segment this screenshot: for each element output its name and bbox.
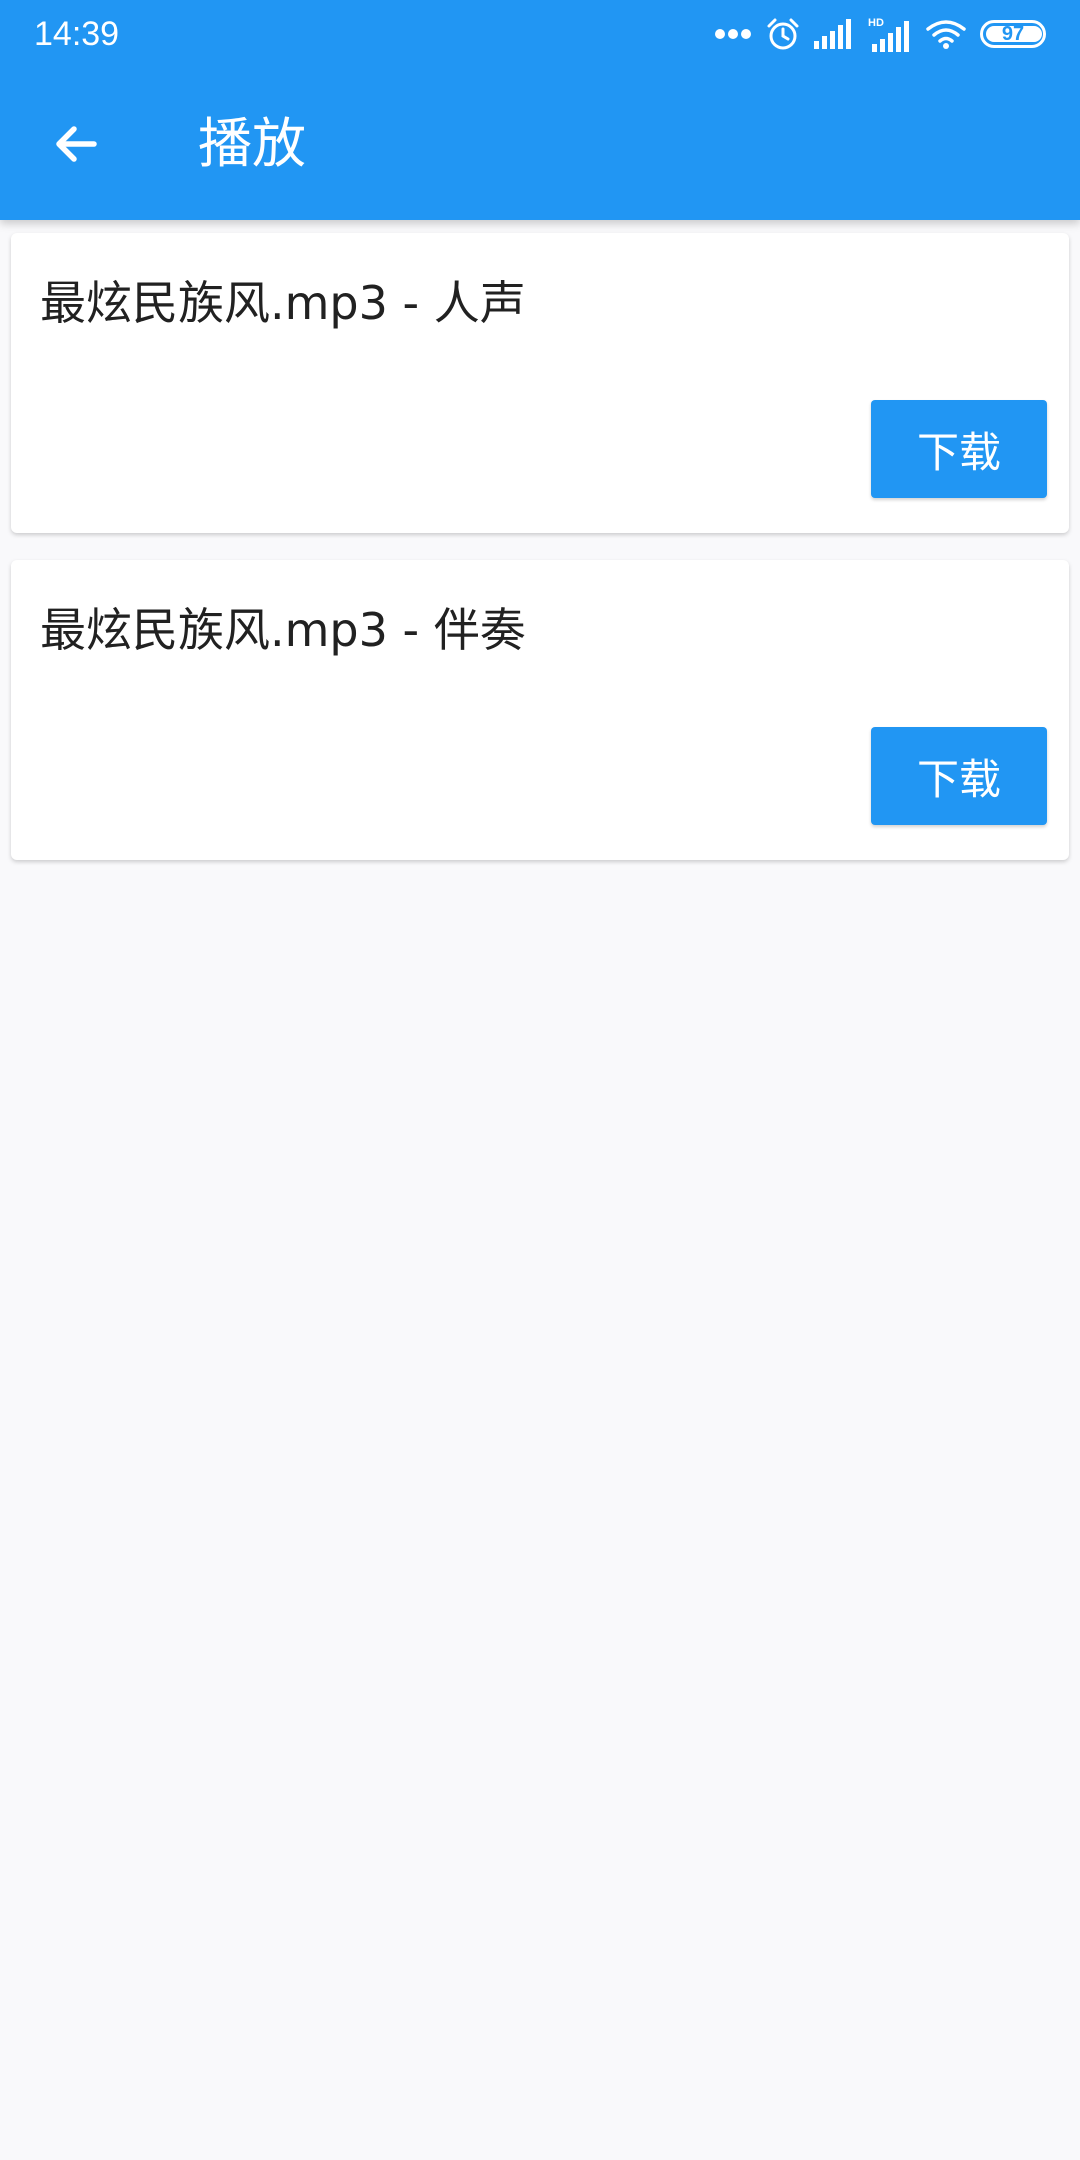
battery-percent: 97 <box>1001 22 1025 45</box>
status-icons: HD 97 <box>700 12 1046 56</box>
item-title: 最炫民族风.mp3 - 人声 <box>40 276 526 330</box>
item-title: 最炫民族风.mp3 - 伴奏 <box>40 603 526 657</box>
back-button[interactable] <box>30 106 122 182</box>
app-bar: 14:39 HD 97 播放 <box>0 0 1080 220</box>
more-dots-icon <box>714 28 752 40</box>
signal-icon <box>814 19 854 49</box>
list-item: 最炫民族风.mp3 - 伴奏 下载 <box>11 560 1069 860</box>
list-item: 最炫民族风.mp3 - 人声 下载 <box>11 233 1069 533</box>
hd-label: HD <box>868 17 884 29</box>
alarm-icon <box>766 17 800 51</box>
wifi-icon <box>926 19 966 49</box>
download-button[interactable]: 下载 <box>871 727 1047 825</box>
arrow-back-icon <box>56 126 97 162</box>
download-button[interactable]: 下载 <box>871 400 1047 498</box>
battery-icon: 97 <box>980 20 1046 48</box>
page-title: 播放 <box>198 112 306 175</box>
signal-hd-icon: HD <box>868 16 912 52</box>
status-time: 14:39 <box>34 15 120 53</box>
